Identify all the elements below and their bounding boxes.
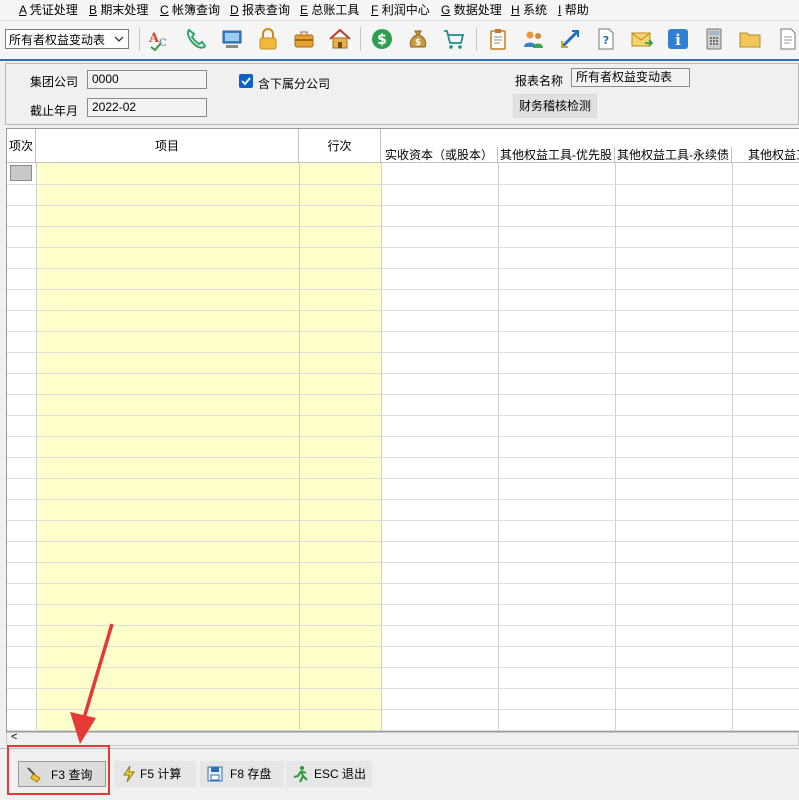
report-grid: 项次 项目 行次 实收资本（或股本） 其他权益工具-优先股 其他权益工具-永续债… [6, 128, 799, 732]
spellcheck-icon[interactable]: AC [146, 25, 174, 53]
highlight-box [7, 745, 110, 795]
table-row [7, 289, 799, 290]
table-row [7, 520, 799, 521]
lock-icon[interactable] [254, 25, 282, 53]
table-row [7, 730, 799, 731]
period-field[interactable]: 2022-02 [87, 98, 207, 117]
table-row [7, 205, 799, 206]
table-row [7, 499, 799, 500]
horizontal-scrollbar[interactable]: < [6, 731, 799, 746]
table-row [7, 415, 799, 416]
header-perpetual-bond[interactable]: 其他权益工具-永续债 [615, 147, 732, 163]
computer-icon[interactable] [218, 25, 246, 53]
menu-data[interactable]: G 数据处理 [441, 2, 502, 18]
cart-icon[interactable] [440, 25, 468, 53]
calculate-button[interactable]: F5 计算 [114, 761, 196, 787]
scroll-left-icon[interactable]: < [11, 731, 17, 743]
exit-button[interactable]: ESC 退出 [286, 761, 372, 787]
table-row [7, 562, 799, 563]
annotation-arrow-icon [70, 623, 114, 744]
menu-tools[interactable]: E 总账工具 [300, 2, 359, 18]
table-row [7, 583, 799, 584]
menu-period-end[interactable]: B 期末处理 [89, 2, 148, 18]
calculator-icon[interactable] [700, 25, 728, 53]
menu-ledger[interactable]: C 帐簿查询 [160, 2, 220, 18]
table-row [7, 709, 799, 710]
header-index[interactable]: 项次 [7, 129, 36, 163]
table-row [7, 688, 799, 689]
running-man-icon [293, 766, 308, 783]
money-bag-icon[interactable]: $ [404, 25, 432, 53]
help-doc-icon[interactable]: ? [592, 25, 620, 53]
include-sub-checkbox[interactable] [239, 74, 253, 88]
table-row [7, 310, 799, 311]
home-icon[interactable] [326, 25, 354, 53]
chevron-down-icon [114, 36, 124, 42]
table-row [7, 352, 799, 353]
menu-help[interactable]: I 帮助 [558, 2, 589, 18]
table-row [7, 331, 799, 332]
menu-bar: A 凭证处理 B 期末处理 C 帐簿查询 D 报表查询 E 总账工具 F 利润中… [0, 0, 799, 21]
report-name-field[interactable]: 所有者权益变动表 [571, 68, 690, 87]
table-row [7, 226, 799, 227]
table-row [7, 268, 799, 269]
users-icon[interactable] [520, 25, 548, 53]
menu-voucher[interactable]: A 凭证处理 [19, 2, 78, 18]
transfer-icon[interactable] [556, 25, 584, 53]
svg-text:$: $ [377, 32, 387, 48]
period-label: 截止年月 [30, 104, 79, 118]
lightning-icon [123, 765, 135, 783]
menu-profit-center[interactable]: F 利润中心 [371, 2, 430, 18]
clipboard-icon[interactable] [484, 25, 512, 53]
table-row [7, 457, 799, 458]
toolbar-separator [360, 27, 361, 51]
briefcase-icon[interactable] [290, 25, 318, 53]
table-row [7, 541, 799, 542]
mail-icon[interactable] [628, 25, 656, 53]
table-row [7, 625, 799, 626]
table-row [7, 667, 799, 668]
table-row [7, 184, 799, 185]
table-row [7, 373, 799, 374]
document-icon[interactable] [774, 25, 799, 53]
audit-check-button[interactable]: 财务稽核检测 [513, 94, 597, 118]
menu-system[interactable]: H 系统 [511, 2, 547, 18]
toolbar-separator [476, 27, 477, 51]
folder-icon[interactable] [736, 25, 764, 53]
floppy-disk-icon [207, 766, 223, 782]
phone-icon[interactable] [182, 25, 210, 53]
svg-text:$: $ [415, 38, 421, 48]
group-company-label: 集团公司 [30, 75, 79, 89]
toolbar-separator [139, 27, 140, 51]
report-type-select[interactable]: 所有者权益变动表 [5, 29, 129, 49]
include-sub-label: 含下属分公司 [258, 77, 331, 91]
svg-text:i: i [675, 31, 681, 49]
dollar-icon[interactable]: $ [368, 25, 396, 53]
current-row-indicator[interactable] [10, 165, 32, 181]
toolbar-divider [0, 59, 799, 61]
table-row [7, 478, 799, 479]
header-preferred-stock[interactable]: 其他权益工具-优先股 [498, 147, 615, 163]
table-row [7, 646, 799, 647]
info-icon[interactable]: i [664, 25, 692, 53]
save-button[interactable]: F8 存盘 [200, 761, 284, 787]
header-other-equity[interactable]: 其他权益工 [732, 147, 799, 163]
table-row [7, 604, 799, 605]
svg-text:?: ? [603, 34, 609, 47]
check-icon [241, 77, 251, 86]
header-paid-capital[interactable]: 实收资本（或股本） [381, 147, 498, 163]
menu-report[interactable]: D 报表查询 [230, 2, 290, 18]
header-item[interactable]: 项目 [36, 129, 299, 163]
table-row [7, 436, 799, 437]
header-row[interactable]: 行次 [299, 129, 381, 163]
report-name-label: 报表名称 [515, 74, 564, 88]
table-row [7, 247, 799, 248]
table-row [7, 394, 799, 395]
group-company-field[interactable]: 0000 [87, 70, 207, 89]
header-group [381, 129, 799, 147]
